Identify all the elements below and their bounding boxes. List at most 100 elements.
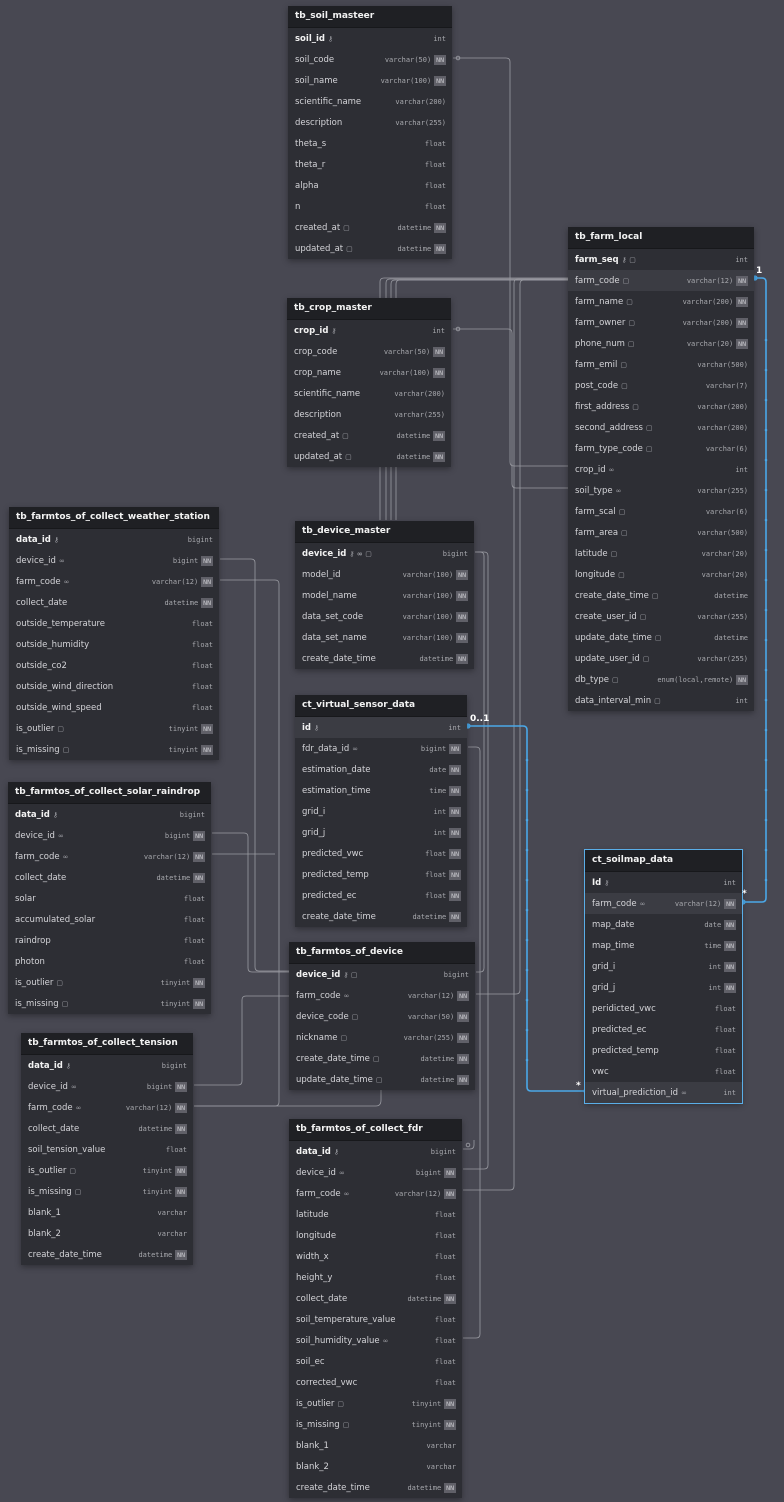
column-row[interactable]: db_type ▢ enum(local,remote) NN — [568, 669, 754, 690]
table-tb-farmtos-of-collect-fdr[interactable]: tb_farmtos_of_collect_fdr data_id ⚷ bigint d… — [289, 1119, 462, 1498]
column-row[interactable]: phone_num ▢ varchar(20) NN — [568, 333, 754, 354]
column-row[interactable]: create_date_time ▢ datetime NN — [289, 1048, 475, 1069]
column-row[interactable]: predicted_ec float — [585, 1019, 742, 1040]
table-tb-farm-local[interactable]: tb_farm_local farm_seq ⚷ ▢ int farm_code ▢ var… — [568, 227, 754, 711]
table-tb-farmtos-of-collect-solar-raindrop[interactable]: tb_farmtos_of_collect_solar_raindrop data… — [8, 782, 211, 1014]
table-tb-device-master[interactable]: tb_device_master device_id ⚷ ∞ ▢ bigint mode… — [295, 521, 474, 669]
table-tb-crop-master[interactable]: tb_crop_master crop_id ⚷ int crop_code varcha… — [287, 298, 451, 467]
column-row[interactable]: fdr_data_id ∞ bigint NN — [295, 738, 467, 759]
column-row[interactable]: vwc float — [585, 1061, 742, 1082]
column-row[interactable]: update_date_time ▢ datetime NN — [289, 1069, 475, 1090]
column-row[interactable]: height_y float — [289, 1267, 462, 1288]
table-tb-farmtos-of-collect-tension[interactable]: tb_farmtos_of_collect_tension data_id ⚷ big… — [21, 1033, 193, 1265]
column-row[interactable]: data_id ⚷ bigint — [9, 529, 219, 550]
table-ct-soilmap-data[interactable]: ct_soilmap_data Id ⚷ int farm_code ∞ varchar(1… — [584, 849, 743, 1104]
column-row[interactable]: model_name varchar(100) NN — [295, 585, 474, 606]
column-row[interactable]: outside_temperature float — [9, 613, 219, 634]
column-row[interactable]: longitude float — [289, 1225, 462, 1246]
column-row[interactable]: farm_code ∞ varchar(12) NN — [9, 571, 219, 592]
column-row[interactable]: grid_i int NN — [585, 956, 742, 977]
column-row[interactable]: map_date date NN — [585, 914, 742, 935]
column-row[interactable]: theta_r float — [288, 154, 452, 175]
column-row[interactable]: soil_tension_value float — [21, 1139, 193, 1160]
column-row[interactable]: is_outlier ▢ tinyint NN — [9, 718, 219, 739]
column-row[interactable]: grid_i int NN — [295, 801, 467, 822]
column-row[interactable]: device_id ∞ bigint NN — [21, 1076, 193, 1097]
column-row[interactable]: predicted_vwc float NN — [295, 843, 467, 864]
table-title[interactable]: tb_farm_local — [568, 227, 754, 249]
column-row[interactable]: longitude ▢ varchar(20) — [568, 564, 754, 585]
column-row[interactable]: update_date_time ▢ datetime — [568, 627, 754, 648]
column-row[interactable]: peridicted_vwc float — [585, 998, 742, 1019]
column-row[interactable]: create_user_id ▢ varchar(255) — [568, 606, 754, 627]
column-row[interactable]: crop_id ⚷ int — [287, 320, 451, 341]
column-row[interactable]: soil_id ⚷ int — [288, 28, 452, 49]
column-row[interactable]: data_id ⚷ bigint — [8, 804, 211, 825]
column-row[interactable]: virtual_prediction_id ∞ int — [585, 1082, 742, 1103]
column-row[interactable]: description varchar(255) — [287, 404, 451, 425]
column-row[interactable]: is_outlier ▢ tinyint NN — [289, 1393, 462, 1414]
column-row[interactable]: outside_co2 float — [9, 655, 219, 676]
column-row[interactable]: collect_date datetime NN — [8, 867, 211, 888]
column-row[interactable]: is_outlier ▢ tinyint NN — [21, 1160, 193, 1181]
column-row[interactable]: farm_seq ⚷ ▢ int — [568, 249, 754, 270]
column-row[interactable]: grid_j int NN — [585, 977, 742, 998]
column-row[interactable]: farm_emil ▢ varchar(500) — [568, 354, 754, 375]
column-row[interactable]: is_missing ▢ tinyint NN — [8, 993, 211, 1014]
column-row[interactable]: is_missing ▢ tinyint NN — [9, 739, 219, 760]
column-row[interactable]: created_at ▢ datetime NN — [287, 425, 451, 446]
column-row[interactable]: data_id ⚷ bigint — [21, 1055, 193, 1076]
column-row[interactable]: latitude float — [289, 1204, 462, 1225]
table-title[interactable]: tb_farmtos_of_collect_weather_station — [9, 507, 219, 529]
column-row[interactable]: device_id ∞ bigint NN — [289, 1162, 462, 1183]
table-title[interactable]: tb_farmtos_of_collect_fdr — [289, 1119, 462, 1141]
table-tb-farmtos-of-device[interactable]: tb_farmtos_of_device device_id ⚷ ▢ bigint fa… — [289, 942, 475, 1090]
column-row[interactable]: farm_owner ▢ varchar(200) NN — [568, 312, 754, 333]
column-row[interactable]: scientific_name varchar(200) — [287, 383, 451, 404]
column-row[interactable]: outside_humidity float — [9, 634, 219, 655]
column-row[interactable]: create_date_time ▢ datetime — [568, 585, 754, 606]
column-row[interactable]: collect_date datetime NN — [9, 592, 219, 613]
column-row[interactable]: alpha float — [288, 175, 452, 196]
column-row[interactable]: accumulated_solar float — [8, 909, 211, 930]
column-row[interactable]: created_at ▢ datetime NN — [288, 217, 452, 238]
column-row[interactable]: create_date_time datetime NN — [21, 1244, 193, 1265]
column-row[interactable]: outside_wind_direction float — [9, 676, 219, 697]
column-row[interactable]: updated_at ▢ datetime NN — [288, 238, 452, 259]
column-row[interactable]: soil_code varchar(50) NN — [288, 49, 452, 70]
column-row[interactable]: width_x float — [289, 1246, 462, 1267]
table-tb-farmtos-of-collect-weather-station[interactable]: tb_farmtos_of_collect_weather_station dat… — [9, 507, 219, 760]
column-row[interactable]: farm_code ∞ varchar(12) NN — [585, 893, 742, 914]
column-row[interactable]: farm_code ∞ varchar(12) NN — [21, 1097, 193, 1118]
column-row[interactable]: crop_id ∞ int — [568, 459, 754, 480]
table-title[interactable]: tb_farmtos_of_device — [289, 942, 475, 964]
column-row[interactable]: predicted_temp float NN — [295, 864, 467, 885]
column-row[interactable]: farm_type_code ▢ varchar(6) — [568, 438, 754, 459]
column-row[interactable]: outside_wind_speed float — [9, 697, 219, 718]
column-row[interactable]: crop_code varchar(50) NN — [287, 341, 451, 362]
column-row[interactable]: soil_type ∞ varchar(255) — [568, 480, 754, 501]
column-row[interactable]: device_id ⚷ ▢ bigint — [289, 964, 475, 985]
column-row[interactable]: predicted_temp float — [585, 1040, 742, 1061]
table-title[interactable]: ct_soilmap_data — [585, 850, 742, 872]
column-row[interactable]: create_date_time datetime NN — [295, 648, 474, 669]
column-row[interactable]: photon float — [8, 951, 211, 972]
column-row[interactable]: Id ⚷ int — [585, 872, 742, 893]
column-row[interactable]: raindrop float — [8, 930, 211, 951]
column-row[interactable]: collect_date datetime NN — [21, 1118, 193, 1139]
column-row[interactable]: data_id ⚷ bigint — [289, 1141, 462, 1162]
table-title[interactable]: tb_soil_masteer — [288, 6, 452, 28]
column-row[interactable]: farm_scal ▢ varchar(6) — [568, 501, 754, 522]
column-row[interactable]: latitude ▢ varchar(20) — [568, 543, 754, 564]
column-row[interactable]: corrected_vwc float — [289, 1372, 462, 1393]
column-row[interactable]: farm_code ▢ varchar(12) NN — [568, 270, 754, 291]
column-row[interactable]: first_address ▢ varchar(200) — [568, 396, 754, 417]
diagram-canvas[interactable]: tb_soil_masteer soil_id ⚷ int soil_code varch… — [0, 0, 784, 1502]
column-row[interactable]: is_outlier ▢ tinyint NN — [8, 972, 211, 993]
column-row[interactable]: farm_code ∞ varchar(12) NN — [289, 985, 475, 1006]
column-row[interactable]: id ⚷ int — [295, 717, 467, 738]
column-row[interactable]: soil_humidity_value ∞ float — [289, 1330, 462, 1351]
column-row[interactable]: device_id ⚷ ∞ ▢ bigint — [295, 543, 474, 564]
column-row[interactable]: blank_1 varchar — [289, 1435, 462, 1456]
column-row[interactable]: estimation_date date NN — [295, 759, 467, 780]
